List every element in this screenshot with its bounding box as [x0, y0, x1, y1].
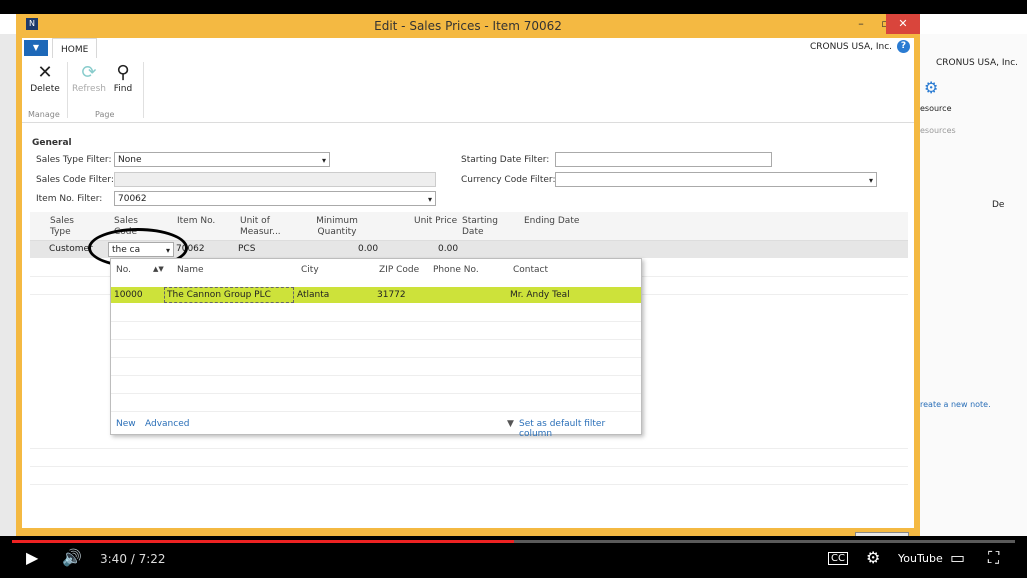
youtube-logo-icon[interactable]: YouTube [898, 552, 943, 565]
chevron-down-icon: ▾ [427, 195, 432, 204]
volume-icon[interactable]: 🔊 [62, 548, 82, 567]
col-sales-type[interactable]: Sales Type [50, 216, 90, 238]
play-icon[interactable]: ▶ [26, 548, 38, 567]
refresh-label: Refresh [72, 84, 106, 94]
ribbon-separator [143, 62, 144, 118]
sales-type-filter-label: Sales Type Filter: [36, 155, 112, 165]
lookup-divider [111, 393, 641, 394]
lookup-divider [111, 321, 641, 322]
find-label: Find [113, 84, 133, 94]
lookup-col-city[interactable]: City [301, 265, 319, 275]
video-progress-fill [12, 540, 514, 543]
ribbon-tab-bar: ▼ HOME CRONUS USA, Inc. ? [22, 38, 914, 59]
advanced-link[interactable]: Advanced [145, 419, 189, 429]
currency-code-filter-select[interactable]: ▾ [555, 172, 877, 187]
settings-gear-icon[interactable]: ⚙ [866, 548, 880, 567]
refresh-icon: ⟳ [81, 62, 97, 83]
item-no-filter-select[interactable]: 70062 ▾ [114, 191, 436, 206]
close-icon[interactable]: ✕ [886, 14, 920, 34]
col-minimum-quantity[interactable]: Minimum Quantity [314, 216, 360, 238]
col-ending-date[interactable]: Ending Date [524, 216, 579, 227]
starting-date-filter-label: Starting Date Filter: [461, 155, 550, 165]
general-section-title: General [32, 138, 72, 148]
video-time: 3:40 / 7:22 [100, 552, 166, 566]
lookup-col-contact[interactable]: Contact [513, 265, 548, 275]
lookup-col-phone[interactable]: Phone No. [433, 265, 479, 275]
fullscreen-icon[interactable]: ⛶ [988, 548, 999, 568]
background-de-label: De [992, 200, 1005, 210]
currency-code-filter-label: Currency Code Filter: [461, 175, 556, 185]
col-starting-date[interactable]: Starting Date [462, 216, 502, 238]
ribbon-separator [67, 62, 68, 118]
dialog-titlebar: N Edit - Sales Prices - Item 70062 – ▫ ✕ [16, 14, 920, 38]
set-default-filter-link[interactable]: Set as default filter column [519, 419, 641, 439]
ribbon: ✕ Delete ⟳ Refresh ⚲ Find Manage Page [22, 58, 914, 123]
lookup-divider [111, 375, 641, 376]
col-unit-of-measure[interactable]: Unit of Measur... [240, 216, 286, 238]
background-right-pane: CRONUS USA, Inc. ⚙ esource esources De r… [918, 34, 1027, 544]
lookup-cell-contact: Mr. Andy Teal [510, 290, 570, 300]
grid-divider [30, 484, 908, 485]
resource-icon: ⚙ [924, 78, 939, 97]
find-button[interactable]: ⚲ Find [105, 62, 141, 94]
dialog-title: Edit - Sales Prices - Item 70062 [374, 19, 562, 33]
tab-home[interactable]: HOME [52, 38, 98, 59]
new-link[interactable]: New [116, 419, 136, 429]
background-company: CRONUS USA, Inc. [936, 58, 1019, 68]
lookup-divider [111, 411, 641, 412]
starting-date-filter-input[interactable] [555, 152, 772, 167]
delete-button[interactable]: ✕ Delete [27, 62, 63, 94]
lookup-col-name[interactable]: Name [177, 265, 204, 275]
grid-divider [30, 448, 908, 449]
lookup-divider [111, 339, 641, 340]
lookup-divider [111, 357, 641, 358]
customer-lookup-popup: No. ▲▼ Name City ZIP Code Phone No. Cont… [110, 258, 642, 439]
cast-icon[interactable]: ▭ [950, 548, 965, 567]
grid-divider [30, 466, 908, 467]
cell-unit-price: 0.00 [438, 244, 459, 254]
sales-type-filter-select[interactable]: None ▾ [114, 152, 330, 167]
video-progress-bar[interactable] [12, 540, 1015, 543]
lookup-cell-city: Atlanta [297, 290, 330, 300]
background-resources-group: esources [920, 126, 956, 135]
file-menu-button[interactable]: ▼ [24, 40, 48, 56]
sales-code-filter-label: Sales Code Filter: [36, 175, 114, 185]
cell-uom: PCS [238, 244, 256, 254]
captions-icon[interactable]: CC [828, 552, 848, 565]
group-page: Page [95, 110, 115, 119]
lookup-cell-name: The Cannon Group PLC [164, 287, 294, 303]
refresh-button[interactable]: ⟳ Refresh [71, 62, 107, 94]
cell-sales-type: Customer [49, 244, 93, 254]
col-item-no[interactable]: Item No. [177, 216, 215, 227]
lookup-col-zip[interactable]: ZIP Code [379, 265, 419, 275]
delete-icon: ✕ [37, 62, 53, 83]
video-player-controls: ▶ 🔊 3:40 / 7:22 CC ⚙ YouTube ▭ ⛶ [0, 536, 1027, 578]
help-icon[interactable]: ? [897, 40, 910, 53]
chevron-down-icon: ▾ [321, 156, 326, 165]
chevron-down-icon: ▾ [868, 176, 873, 185]
list-item[interactable]: 10000 The Cannon Group PLC Atlanta 31772… [111, 287, 641, 303]
sort-icon[interactable]: ▲▼ [153, 265, 164, 273]
filter-icon: ▼ [507, 419, 514, 429]
minimize-icon[interactable]: – [848, 14, 874, 34]
lookup-cell-no: 10000 [114, 290, 143, 300]
create-note-link[interactable]: reate a new note. [920, 400, 991, 409]
cell-min-qty: 0.00 [358, 244, 379, 254]
group-manage: Manage [28, 110, 60, 119]
col-unit-price[interactable]: Unit Price [414, 216, 457, 227]
lookup-cell-zip: 31772 [377, 290, 406, 300]
lookup-col-no[interactable]: No. [116, 265, 131, 275]
binoculars-icon: ⚲ [116, 62, 130, 83]
company-name: CRONUS USA, Inc. [809, 42, 892, 52]
delete-label: Delete [30, 84, 60, 94]
background-resource-button[interactable]: esource [920, 104, 952, 113]
item-no-filter-label: Item No. Filter: [36, 194, 103, 204]
sales-code-filter-input[interactable] [114, 172, 436, 187]
